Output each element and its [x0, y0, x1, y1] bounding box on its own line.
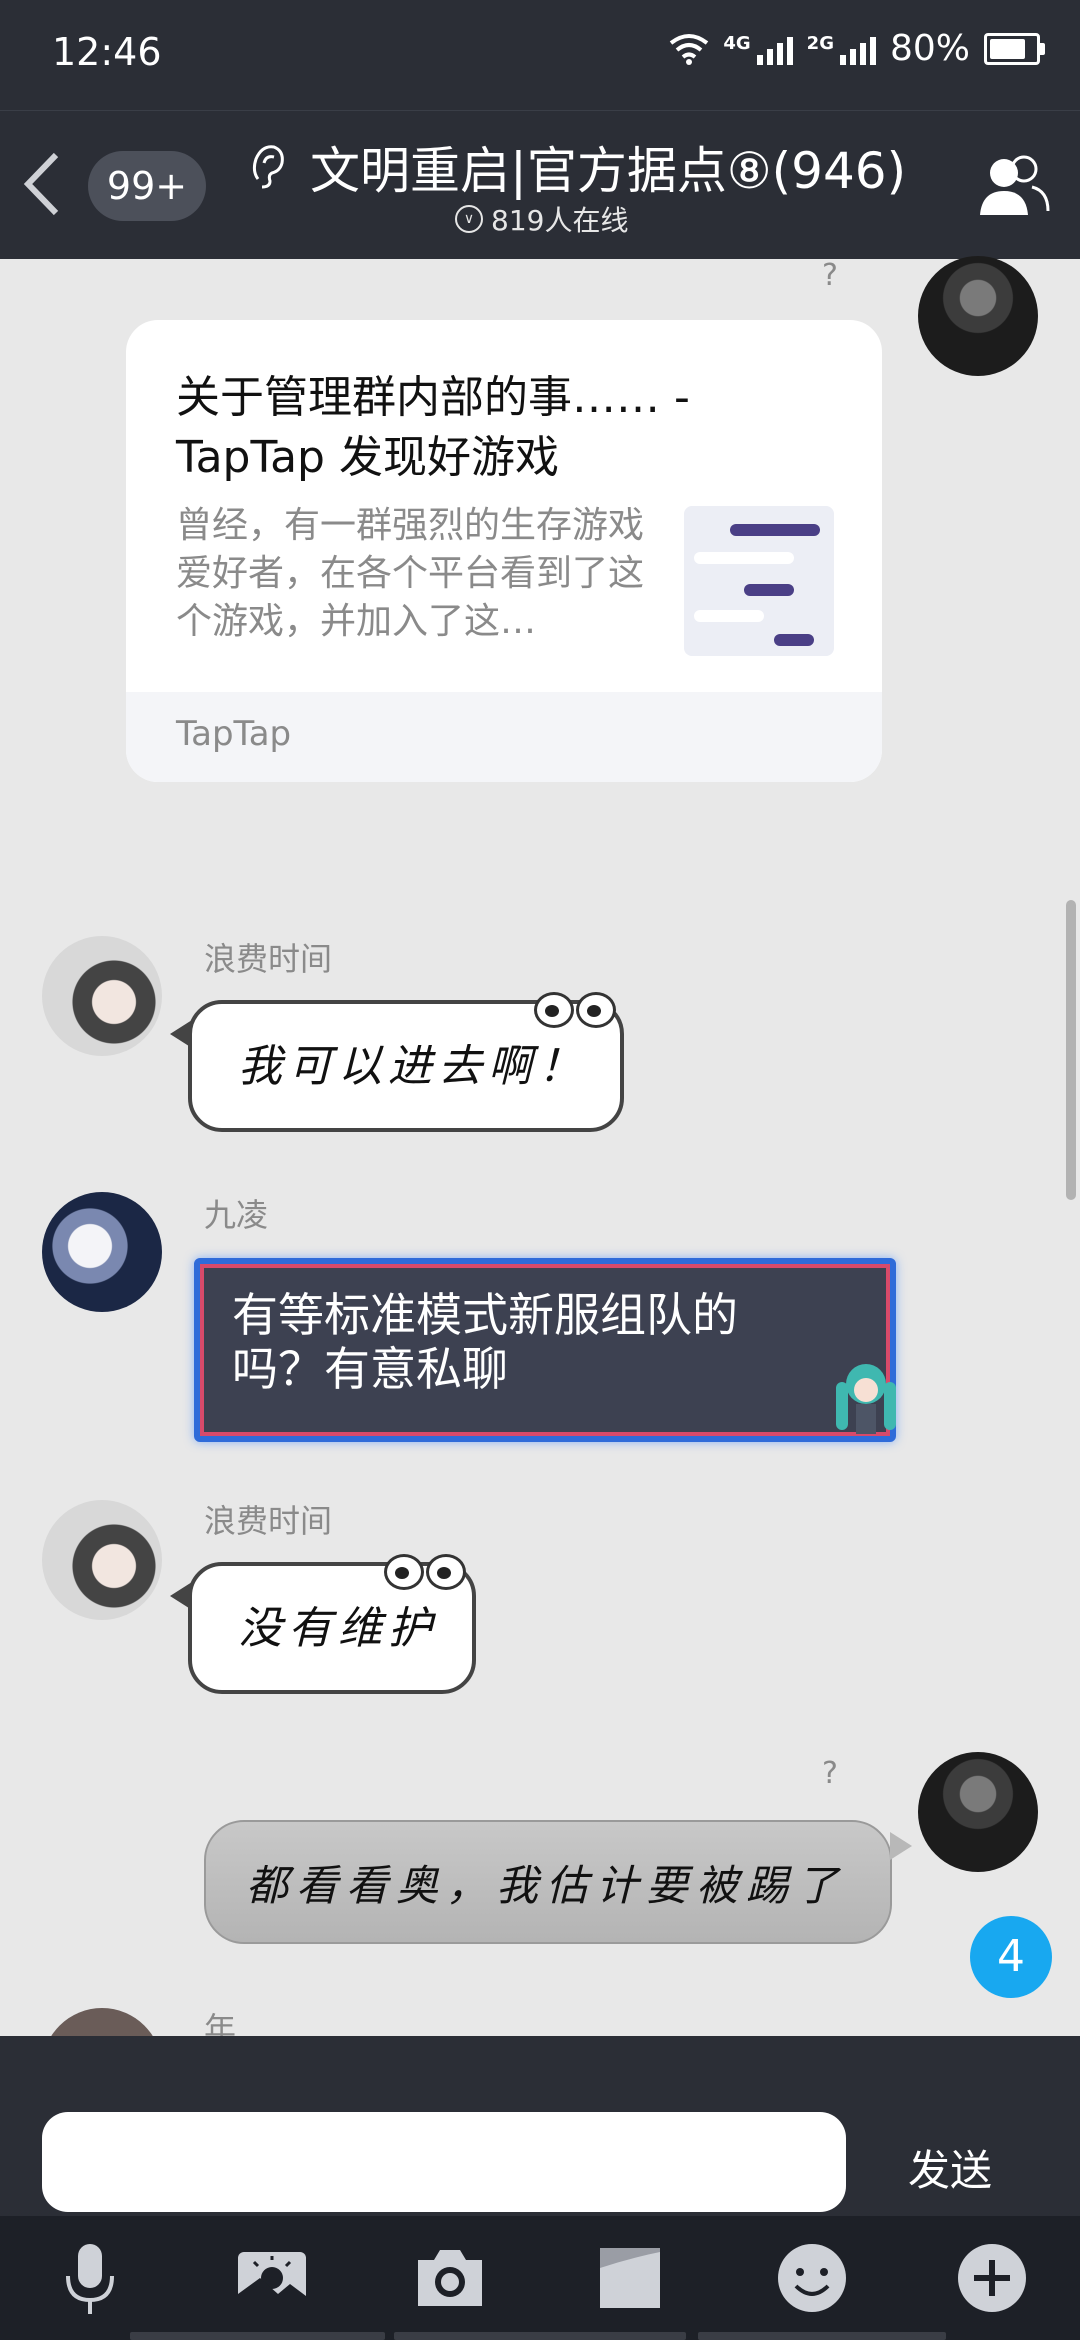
link-card[interactable]: 关于管理群内部的事…… - TapTap 发现好游戏 曾经，有一群强烈的生存游戏…: [126, 320, 882, 782]
sender-name: 浪费时间: [204, 940, 333, 978]
link-card-source: TapTap: [126, 692, 882, 782]
link-card-description: 曾经，有一群强烈的生存游戏爱好者，在各个平台看到了这个游戏，并加入了这…: [176, 505, 645, 642]
emoji-icon[interactable]: [772, 2238, 852, 2318]
input-bar: 发送: [0, 2036, 1080, 2216]
send-button[interactable]: 发送: [870, 2136, 1030, 2196]
avatar[interactable]: [918, 1752, 1038, 1872]
message-bubble[interactable]: 我可以进去啊！: [170, 992, 624, 1132]
camera-icon[interactable]: [410, 2238, 490, 2318]
link-card-thumbnail: [684, 506, 834, 656]
sender-name: 九凌: [204, 1196, 269, 1234]
online-count[interactable]: ∨ 819人在线: [455, 199, 628, 239]
avatar[interactable]: [42, 1192, 162, 1312]
microphone-icon[interactable]: [50, 2238, 130, 2318]
sender-name: 浪费时间: [204, 1502, 333, 1540]
chevron-down-icon: ∨: [455, 205, 483, 233]
plus-icon[interactable]: [952, 2238, 1032, 2318]
message-input[interactable]: [42, 2112, 846, 2212]
group-members-icon[interactable]: [978, 149, 1050, 219]
wifi-icon: [670, 33, 709, 65]
character-decoration-icon: [836, 1364, 896, 1436]
signal-2g-icon: 2G: [807, 33, 876, 65]
message-text: 都看看奥，我估计要被踢了: [246, 1861, 847, 1910]
message-text: 有等标准模式新服组队的吗？有意私聊: [232, 1288, 738, 1396]
status-mark: ?: [822, 1756, 838, 1791]
avatar[interactable]: [918, 256, 1038, 376]
message-text: 没有维护: [238, 1603, 438, 1654]
message-bubble[interactable]: 没有维护: [170, 1554, 476, 1694]
new-messages-badge[interactable]: 4: [970, 1916, 1052, 1998]
message-bubble[interactable]: 有等标准模式新服组队的吗？有意私聊: [194, 1258, 896, 1442]
bottom-toolbar: [0, 2216, 1080, 2340]
battery-percent: 80%: [889, 28, 970, 69]
group-title[interactable]: 文明重启|官方据点⑧(946): [310, 131, 906, 203]
folder-icon[interactable]: [590, 2238, 670, 2318]
signal-4g-icon: 4G: [723, 33, 793, 65]
message-bubble[interactable]: 都看看奥，我估计要被踢了: [204, 1820, 912, 1944]
scrollbar[interactable]: [1066, 900, 1076, 1200]
unread-badge[interactable]: 99+: [88, 151, 206, 221]
link-card-title: 关于管理群内部的事…… - TapTap 发现好游戏: [176, 372, 690, 483]
image-icon[interactable]: [232, 2238, 312, 2318]
battery-icon: [984, 32, 1045, 65]
message-text: 我可以进去啊！: [238, 1041, 588, 1092]
status-time: 12:46: [52, 30, 162, 74]
status-bar: 12:46 4G 2G 80%: [0, 0, 1080, 110]
toolbar-divider: [698, 2332, 946, 2340]
chevron-left-icon[interactable]: [18, 149, 68, 219]
chat-header: 99+ 文明重启|官方据点⑧(946) ∨ 819人在线: [0, 110, 1080, 259]
avatar[interactable]: [42, 936, 162, 1056]
sender-name: 年: [204, 2010, 237, 2036]
bubble-eyes-decoration: [384, 1554, 466, 1594]
bubble-eyes-decoration: [534, 992, 616, 1032]
avatar[interactable]: [42, 1500, 162, 1620]
toolbar-divider: [130, 2332, 385, 2340]
status-mark: ?: [822, 258, 838, 293]
status-icons: 4G 2G 80%: [669, 28, 1045, 69]
toolbar-divider: [394, 2332, 686, 2340]
ear-icon: [252, 145, 284, 189]
